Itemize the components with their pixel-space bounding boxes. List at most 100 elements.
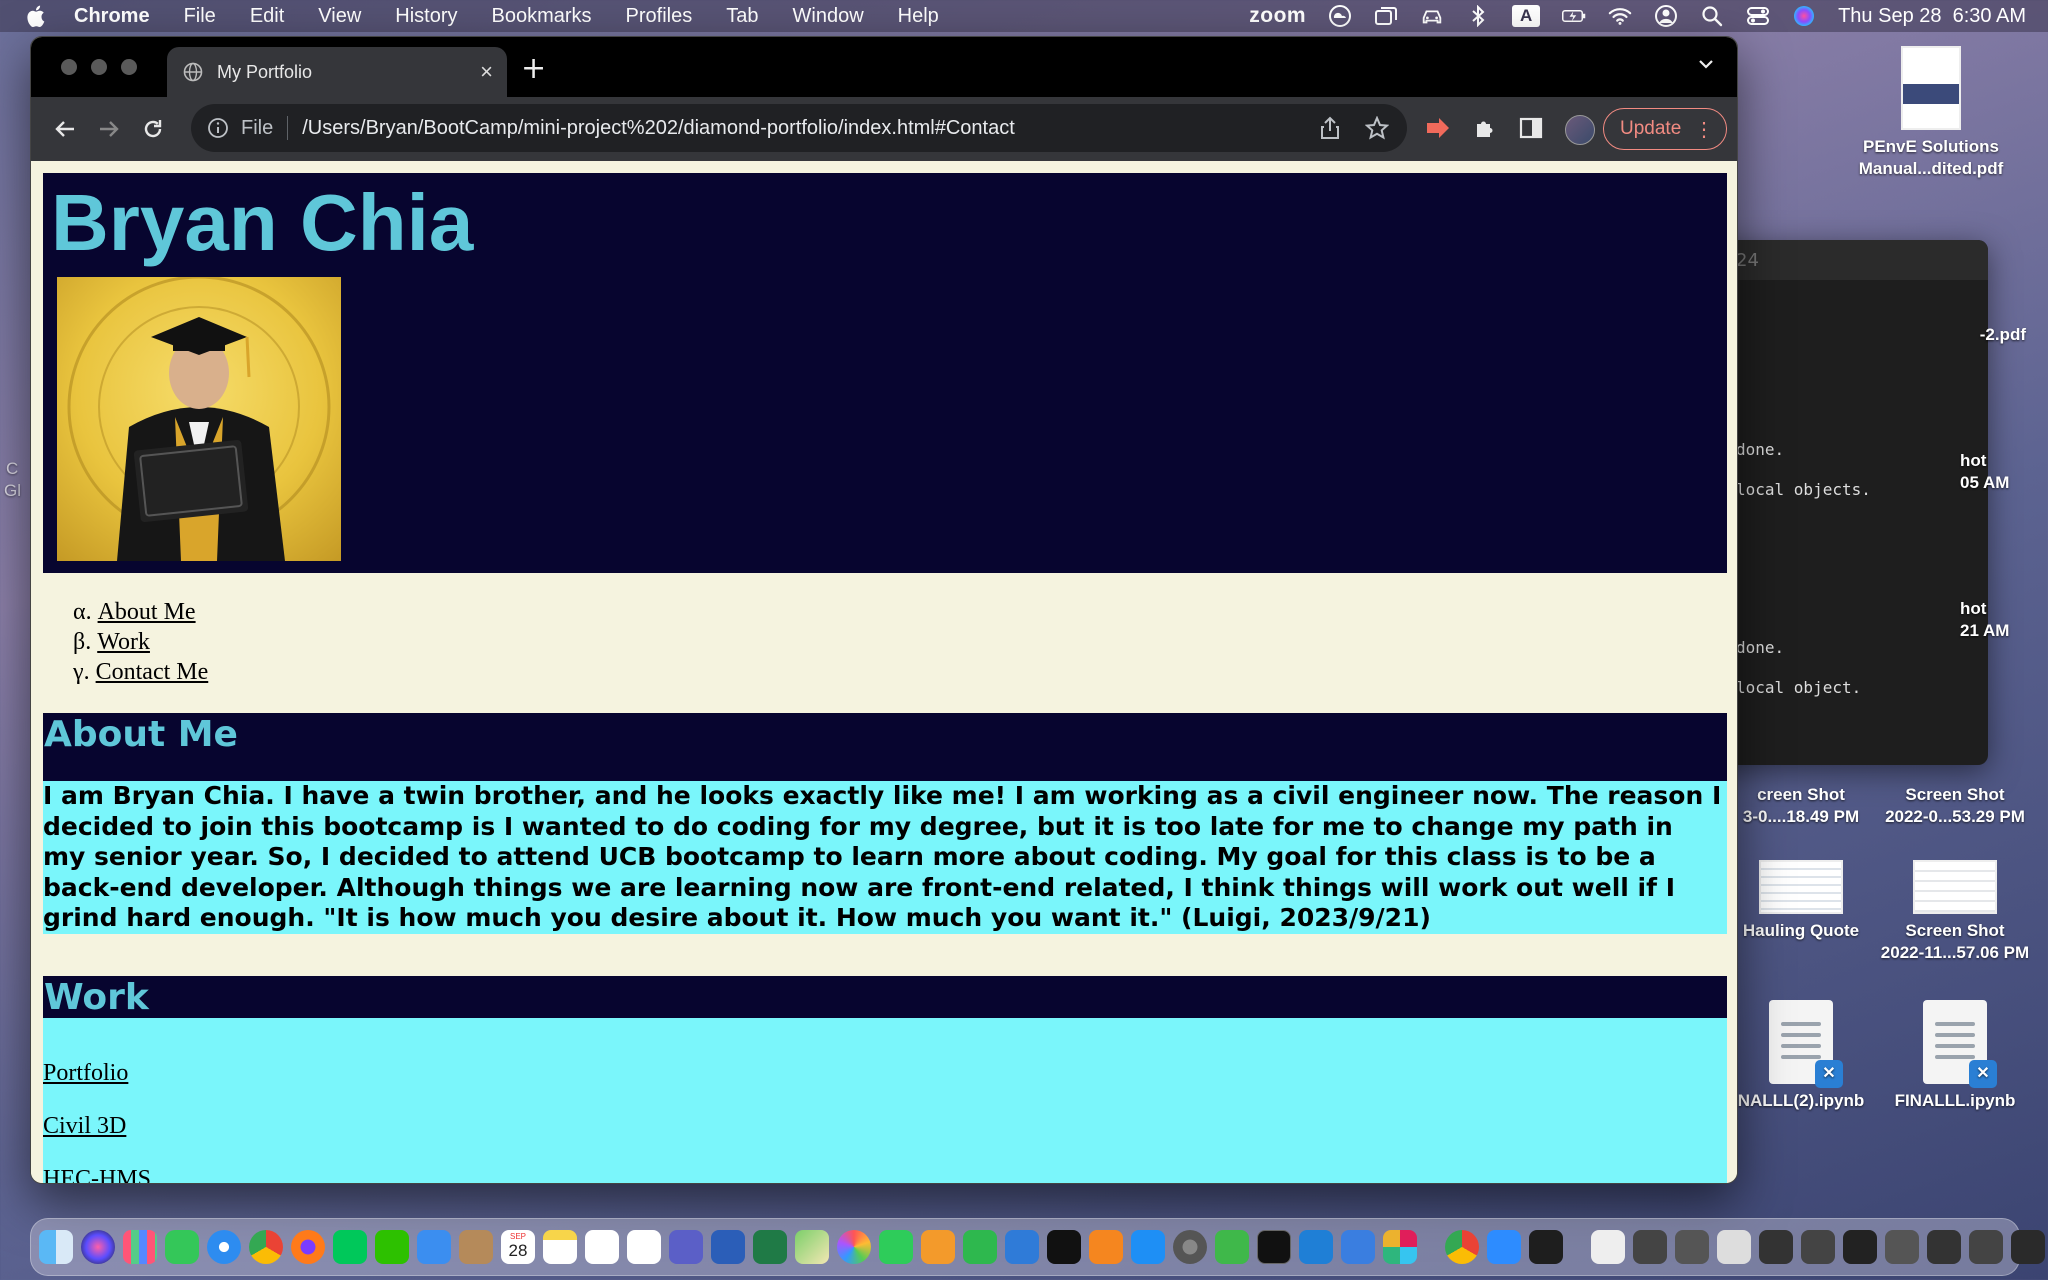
desktop-file-finalll-ipynb[interactable]: ✕ FINALLL.ipynb — [1870, 1000, 2040, 1112]
desktop-partial-label[interactable]: 21 AM — [1960, 620, 2040, 642]
back-arrow-icon[interactable] — [51, 115, 79, 143]
app-store-icon[interactable] — [1131, 1230, 1165, 1264]
wechat-icon[interactable] — [375, 1230, 409, 1264]
mail-icon[interactable] — [417, 1230, 451, 1264]
close-window-button[interactable] — [61, 59, 77, 75]
minimized-window-icon[interactable] — [1675, 1230, 1709, 1264]
input-source-icon[interactable]: A — [1512, 5, 1541, 27]
desktop-partial-label[interactable]: hot — [1960, 598, 2020, 620]
cloud-status-icon[interactable] — [1328, 5, 1352, 27]
wifi-icon[interactable] — [1608, 6, 1632, 26]
desktop-file-hauling-quote[interactable]: Hauling Quote — [1718, 860, 1884, 942]
desktop-partial-label[interactable]: hot — [1960, 450, 2020, 472]
document-preview-icon[interactable] — [1591, 1230, 1625, 1264]
bookmark-star-icon[interactable] — [1364, 115, 1390, 146]
menu-help[interactable]: Help — [898, 5, 939, 28]
freeform-icon[interactable] — [585, 1230, 619, 1264]
update-chrome-button[interactable]: Update ⋮ — [1603, 108, 1727, 150]
numbers-icon[interactable] — [963, 1230, 997, 1264]
nav-link-contact-me[interactable]: Contact Me — [96, 659, 209, 685]
forward-arrow-icon[interactable] — [95, 115, 123, 143]
iqiyi-icon[interactable] — [333, 1230, 367, 1264]
menu-tab[interactable]: Tab — [726, 5, 758, 28]
menu-window[interactable]: Window — [793, 5, 864, 28]
menu-view[interactable]: View — [318, 5, 361, 28]
minimize-window-button[interactable] — [91, 59, 107, 75]
reload-icon[interactable] — [139, 115, 167, 143]
desktop-file-screenshot-c[interactable]: Screen Shot 2022-11...57.06 PM — [1870, 860, 2040, 964]
extension-arrow-icon[interactable] — [1425, 117, 1451, 143]
siri-dock-icon[interactable] — [81, 1230, 115, 1264]
firefox-icon[interactable] — [291, 1230, 325, 1264]
url-text[interactable]: /Users/Bryan/BootCamp/mini-project%202/d… — [302, 117, 1015, 140]
apple-tv-icon[interactable] — [1047, 1230, 1081, 1264]
desktop-partial-label[interactable]: Gl — [4, 480, 30, 502]
desktop-file-finalll-2-ipynb[interactable]: ✕ NALLL(2).ipynb — [1718, 1000, 1884, 1112]
pages-icon[interactable] — [921, 1230, 955, 1264]
share-icon[interactable] — [1319, 116, 1341, 146]
address-bar[interactable]: File /Users/Bryan/BootCamp/mini-project%… — [191, 104, 1407, 152]
finder-icon[interactable] — [39, 1230, 73, 1264]
battery-icon[interactable] — [1562, 6, 1586, 26]
menu-app-name[interactable]: Chrome — [74, 5, 150, 28]
work-link-portfolio[interactable]: Portfolio — [43, 1060, 1727, 1087]
minimized-window-icon[interactable] — [1927, 1230, 1961, 1264]
minimized-window-icon[interactable] — [1885, 1230, 1919, 1264]
minimized-window-icon[interactable] — [1801, 1230, 1835, 1264]
nav-link-work[interactable]: Work — [97, 629, 150, 655]
vscode-icon[interactable] — [1299, 1230, 1333, 1264]
siri-icon[interactable] — [1792, 6, 1816, 26]
minimized-window-icon[interactable] — [1633, 1230, 1667, 1264]
menu-bookmarks[interactable]: Bookmarks — [492, 5, 592, 28]
nav-link-about-me[interactable]: About Me — [98, 599, 196, 625]
cloud-app-icon[interactable] — [1215, 1230, 1249, 1264]
terminal-window[interactable]: 24 done. local objects. done. local obje… — [1700, 240, 1988, 765]
minimized-window-icon[interactable] — [1969, 1230, 2003, 1264]
books-icon[interactable] — [1089, 1230, 1123, 1264]
keynote-icon[interactable] — [1005, 1230, 1039, 1264]
work-link-hec-hms[interactable]: HEC-HMS — [43, 1166, 1727, 1184]
car-icon[interactable] — [1420, 6, 1444, 26]
info-icon[interactable] — [207, 117, 229, 139]
menu-profiles[interactable]: Profiles — [626, 5, 693, 28]
maps-icon[interactable] — [795, 1230, 829, 1264]
terminal-icon[interactable] — [1257, 1230, 1291, 1264]
clock-datetime[interactable]: Thu Sep 28 6:30 AM — [1838, 5, 2026, 28]
side-panel-icon[interactable] — [1519, 117, 1543, 143]
minimized-window-icon[interactable] — [1717, 1230, 1751, 1264]
search-icon[interactable] — [1700, 6, 1724, 27]
desktop-partial-label[interactable]: 05 AM — [1960, 472, 2040, 494]
close-tab-icon[interactable]: × — [480, 59, 493, 85]
desktop-file-penve-pdf[interactable]: PEnvE Solutions Manual...dited.pdf — [1846, 46, 2016, 180]
tab-my-portfolio[interactable]: My Portfolio × — [167, 47, 507, 97]
menu-edit[interactable]: Edit — [250, 5, 284, 28]
figma-icon[interactable] — [1529, 1230, 1563, 1264]
slack-icon[interactable] — [1383, 1230, 1417, 1264]
xcode-icon[interactable] — [1341, 1230, 1375, 1264]
menu-file[interactable]: File — [184, 5, 216, 28]
desktop-partial-label[interactable]: -2.pdf — [1916, 324, 2026, 346]
facetime-icon[interactable] — [879, 1230, 913, 1264]
minimized-window-icon[interactable] — [2011, 1230, 2045, 1264]
minimized-window-icon[interactable] — [1759, 1230, 1793, 1264]
bluetooth-icon[interactable] — [1466, 5, 1490, 27]
desktop-file-screenshot-b[interactable]: Screen Shot 2022-0...53.29 PM — [1870, 784, 2040, 828]
launchpad-icon[interactable] — [123, 1230, 157, 1264]
teams-icon[interactable] — [669, 1230, 703, 1264]
desktop-file-screenshot-a[interactable]: creen Shot 3-0....18.49 PM — [1718, 784, 1884, 828]
minimized-window-icon[interactable] — [1843, 1230, 1877, 1264]
zoom-app-icon[interactable] — [1487, 1230, 1521, 1264]
new-tab-icon[interactable]: + — [521, 51, 546, 86]
contacts-icon[interactable] — [459, 1230, 493, 1264]
safari-icon[interactable] — [207, 1230, 241, 1264]
word-icon[interactable] — [711, 1230, 745, 1264]
zoom-status-item[interactable]: zoom — [1249, 4, 1306, 28]
tab-search-chevron-icon[interactable] — [1697, 55, 1715, 77]
puzzle-extensions-icon[interactable] — [1473, 116, 1497, 144]
chrome-icon[interactable] — [249, 1230, 283, 1264]
zoom-window-button[interactable] — [121, 59, 137, 75]
user-account-icon[interactable] — [1654, 5, 1678, 27]
desktop-partial-label[interactable]: C — [6, 458, 30, 480]
excel-icon[interactable] — [753, 1230, 787, 1264]
control-center-icon[interactable] — [1746, 6, 1770, 26]
